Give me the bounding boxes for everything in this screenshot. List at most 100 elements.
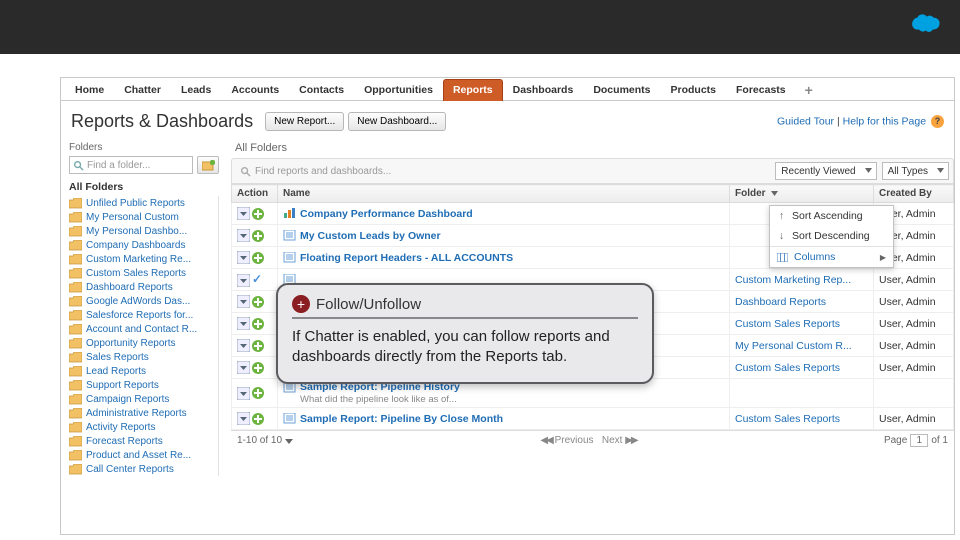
type-filter-select[interactable]: All Types bbox=[882, 162, 949, 180]
tab-chatter[interactable]: Chatter bbox=[114, 79, 171, 101]
row-name[interactable]: Sample Report: Pipeline By Close Month bbox=[278, 408, 730, 430]
tab-add[interactable]: + bbox=[796, 79, 822, 101]
folder-icon bbox=[69, 338, 82, 349]
tab-forecasts[interactable]: Forecasts bbox=[726, 79, 796, 101]
search-icon bbox=[240, 166, 251, 177]
follow-plus-icon[interactable] bbox=[252, 296, 264, 308]
pager: 1-10 of 10 ◀◀ Previous Next ▶▶ Page 1 of… bbox=[231, 430, 954, 450]
folder-plus-icon bbox=[202, 160, 215, 171]
col-created-by[interactable]: Created By bbox=[874, 185, 954, 203]
folder-item[interactable]: Support Reports bbox=[69, 378, 218, 392]
follow-plus-icon[interactable] bbox=[252, 230, 264, 242]
folder-item[interactable]: Opportunity Reports bbox=[69, 336, 218, 350]
row-created-by bbox=[874, 379, 954, 408]
tab-accounts[interactable]: Accounts bbox=[221, 79, 289, 101]
row-menu-icon[interactable] bbox=[237, 317, 250, 330]
chevron-down-icon[interactable] bbox=[285, 437, 293, 445]
sort-asc-item[interactable]: ↑Sort Ascending bbox=[770, 206, 893, 226]
folder-item[interactable]: Lead Reports bbox=[69, 364, 218, 378]
follow-plus-icon[interactable] bbox=[252, 252, 264, 264]
follow-plus-icon[interactable] bbox=[252, 318, 264, 330]
folder-icon bbox=[69, 394, 82, 405]
follow-plus-icon[interactable] bbox=[252, 340, 264, 352]
row-menu-icon[interactable] bbox=[237, 361, 250, 374]
tab-reports[interactable]: Reports bbox=[443, 79, 503, 101]
row-created-by: User, Admin bbox=[874, 269, 954, 291]
tutorial-callout: + Follow/Unfollow If Chatter is enabled,… bbox=[276, 283, 654, 384]
help-icon[interactable]: ? bbox=[931, 115, 944, 128]
tab-dashboards[interactable]: Dashboards bbox=[503, 79, 584, 101]
folder-item[interactable]: My Personal Custom bbox=[69, 210, 218, 224]
folder-search-input[interactable]: Find a folder... bbox=[69, 156, 193, 174]
folder-item[interactable]: Custom Sales Reports bbox=[69, 266, 218, 280]
row-menu-icon[interactable] bbox=[237, 207, 250, 220]
folder-item[interactable]: My Personal Dashbo... bbox=[69, 224, 218, 238]
row-name[interactable]: Company Performance Dashboard bbox=[278, 203, 730, 225]
tab-products[interactable]: Products bbox=[661, 79, 727, 101]
row-folder: Dashboard Reports bbox=[730, 291, 874, 313]
folder-item[interactable]: Activity Reports bbox=[69, 420, 218, 434]
row-menu-icon[interactable] bbox=[237, 251, 250, 264]
folder-item[interactable]: Campaign Reports bbox=[69, 392, 218, 406]
folder-item[interactable]: Custom Marketing Re... bbox=[69, 252, 218, 266]
folder-item[interactable]: Dashboard Reports bbox=[69, 280, 218, 294]
folder-item[interactable]: Call Center Reports bbox=[69, 462, 218, 476]
folder-item[interactable]: Salesforce Reports for... bbox=[69, 308, 218, 322]
folder-icon bbox=[69, 198, 82, 209]
pager-prev[interactable]: Previous bbox=[555, 435, 594, 446]
follow-plus-icon[interactable] bbox=[252, 413, 264, 425]
row-menu-icon[interactable] bbox=[237, 229, 250, 242]
pager-page-input[interactable]: 1 bbox=[910, 434, 928, 447]
row-menu-icon[interactable] bbox=[237, 412, 250, 425]
folder-item[interactable]: Sales Reports bbox=[69, 350, 218, 364]
follow-plus-icon[interactable] bbox=[252, 208, 264, 220]
row-name[interactable]: My Custom Leads by Owner bbox=[278, 225, 730, 247]
col-folder[interactable]: Folder bbox=[730, 185, 874, 203]
folders-sidebar: Folders Find a folder... All Folders Unf… bbox=[61, 138, 225, 476]
tab-home[interactable]: Home bbox=[65, 79, 114, 101]
row-folder bbox=[730, 379, 874, 408]
sort-desc-item[interactable]: ↓Sort Descending bbox=[770, 226, 893, 246]
tab-leads[interactable]: Leads bbox=[171, 79, 221, 101]
follow-plus-icon[interactable] bbox=[252, 362, 264, 374]
folder-item[interactable]: Google AdWords Das... bbox=[69, 294, 218, 308]
arrow-up-icon: ↑ bbox=[777, 210, 786, 222]
row-created-by: User, Admin bbox=[874, 313, 954, 335]
row-menu-icon[interactable] bbox=[237, 295, 250, 308]
tab-documents[interactable]: Documents bbox=[583, 79, 660, 101]
new-dashboard-button[interactable]: New Dashboard... bbox=[348, 112, 446, 131]
guided-tour-link[interactable]: Guided Tour bbox=[777, 115, 834, 127]
folder-item[interactable]: Forecast Reports bbox=[69, 434, 218, 448]
tab-contacts[interactable]: Contacts bbox=[289, 79, 354, 101]
find-reports-input[interactable]: Find reports and dashboards... bbox=[236, 163, 770, 180]
pager-of: of 1 bbox=[931, 435, 948, 446]
columns-item[interactable]: Columns ▶ bbox=[770, 246, 893, 267]
col-name[interactable]: Name bbox=[278, 185, 730, 203]
view-filter-select[interactable]: Recently Viewed bbox=[775, 162, 876, 180]
folder-item[interactable]: Unfiled Public Reports bbox=[69, 196, 218, 210]
folder-item[interactable]: Account and Contact R... bbox=[69, 322, 218, 336]
plus-badge-icon: + bbox=[292, 295, 310, 313]
follow-plus-icon[interactable] bbox=[252, 387, 264, 399]
pager-next[interactable]: Next bbox=[602, 435, 623, 446]
row-menu-icon[interactable] bbox=[237, 387, 250, 400]
new-report-button[interactable]: New Report... bbox=[265, 112, 344, 131]
all-folders-heading[interactable]: All Folders bbox=[69, 178, 219, 196]
row-menu-icon[interactable] bbox=[237, 339, 250, 352]
new-folder-button[interactable] bbox=[197, 156, 219, 174]
folder-icon bbox=[69, 310, 82, 321]
folder-item[interactable]: Company Dashboards bbox=[69, 238, 218, 252]
col-action[interactable]: Action bbox=[232, 185, 278, 203]
row-created-by: User, Admin bbox=[874, 357, 954, 379]
row-folder: Custom Sales Reports bbox=[730, 408, 874, 430]
row-desc: What did the pipeline look like as of... bbox=[300, 394, 724, 405]
row-menu-icon[interactable] bbox=[237, 274, 250, 287]
folder-item[interactable]: Administrative Reports bbox=[69, 406, 218, 420]
folder-item[interactable]: Product and Asset Re... bbox=[69, 448, 218, 462]
pager-range: 1-10 of 10 bbox=[237, 435, 282, 446]
row-name[interactable]: Floating Report Headers - ALL ACCOUNTS bbox=[278, 247, 730, 269]
row-created-by: User, Admin bbox=[874, 335, 954, 357]
tab-opportunities[interactable]: Opportunities bbox=[354, 79, 443, 101]
help-page-link[interactable]: Help for this Page bbox=[843, 115, 926, 127]
following-check-icon[interactable]: ✓ bbox=[252, 272, 262, 286]
